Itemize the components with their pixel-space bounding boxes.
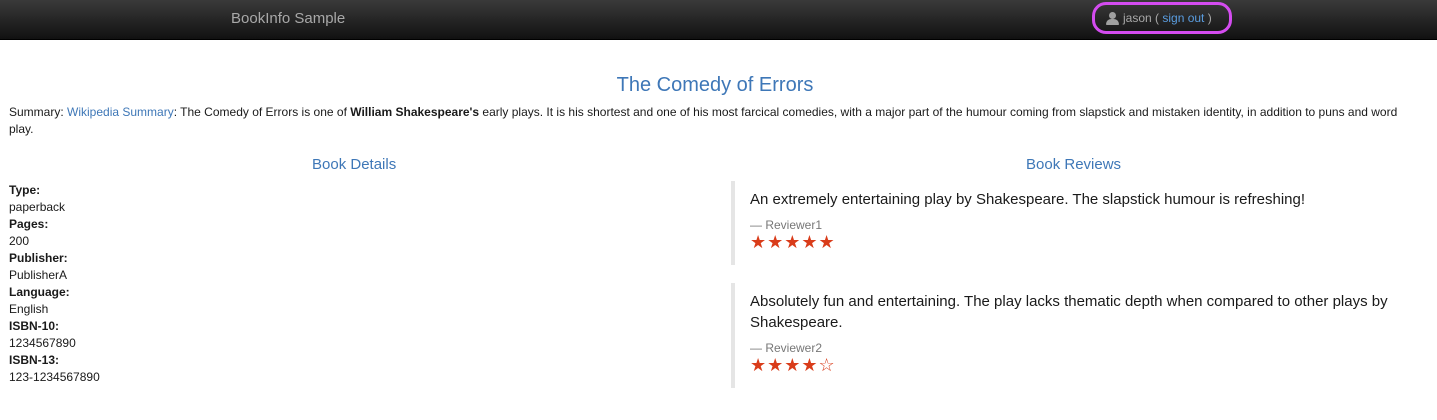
detail-label-isbn10: ISBN-10:	[9, 319, 60, 333]
summary-text-pre: : The Comedy of Errors is one of	[173, 105, 351, 119]
review-2-text: Absolutely fun and entertaining. The pla…	[750, 293, 1388, 331]
summary-author: William Shakespeare's	[350, 105, 480, 119]
detail-label-language: Language:	[9, 285, 70, 299]
brand-title[interactable]: BookInfo Sample	[231, 10, 345, 27]
book-title: The Comedy of Errors	[616, 74, 814, 96]
detail-value-language: English	[9, 302, 49, 316]
review-2-star-rating: ★★★★☆	[750, 355, 836, 375]
detail-label-type: Type:	[9, 183, 41, 197]
book-details: Type: paperback Pages: 200 Publisher: Pu…	[9, 182, 100, 386]
review-1-text: An extremely entertaining play by Shakes…	[750, 191, 1306, 208]
detail-value-isbn13: 123-1234567890	[9, 370, 100, 384]
detail-value-publisher: PublisherA	[9, 268, 68, 282]
user-icon	[1106, 11, 1119, 25]
detail-label-pages: Pages:	[9, 217, 49, 231]
detail-value-isbn10: 1234567890	[9, 336, 76, 350]
review-2-reviewer: — Reviewer2	[750, 341, 823, 355]
detail-value-pages: 200	[9, 234, 30, 248]
wikipedia-summary-link[interactable]: Wikipedia Summary	[67, 105, 174, 119]
detail-label-publisher: Publisher:	[9, 251, 68, 265]
user-menu: jason ( sign out )	[1092, 2, 1232, 34]
review-1: An extremely entertaining play by Shakes…	[731, 181, 1421, 265]
sign-out-link[interactable]: sign out	[1162, 11, 1204, 25]
review-1-star-rating: ★★★★★	[750, 232, 836, 252]
review-1-reviewer: — Reviewer1	[750, 218, 823, 232]
summary-label: Summary:	[9, 105, 68, 119]
user-name: jason	[1123, 11, 1152, 25]
book-reviews-heading: Book Reviews	[1026, 156, 1122, 173]
review-2: Absolutely fun and entertaining. The pla…	[731, 283, 1421, 388]
navbar: BookInfo Sample jason ( sign out )	[0, 0, 1437, 40]
book-details-heading: Book Details	[312, 156, 397, 173]
open-paren: (	[1151, 11, 1163, 25]
detail-value-type: paperback	[9, 200, 66, 214]
close-paren: )	[1204, 11, 1212, 25]
detail-label-isbn13: ISBN-13:	[9, 353, 60, 367]
book-summary: Summary: Wikipedia Summary: The Comedy o…	[9, 104, 1424, 138]
